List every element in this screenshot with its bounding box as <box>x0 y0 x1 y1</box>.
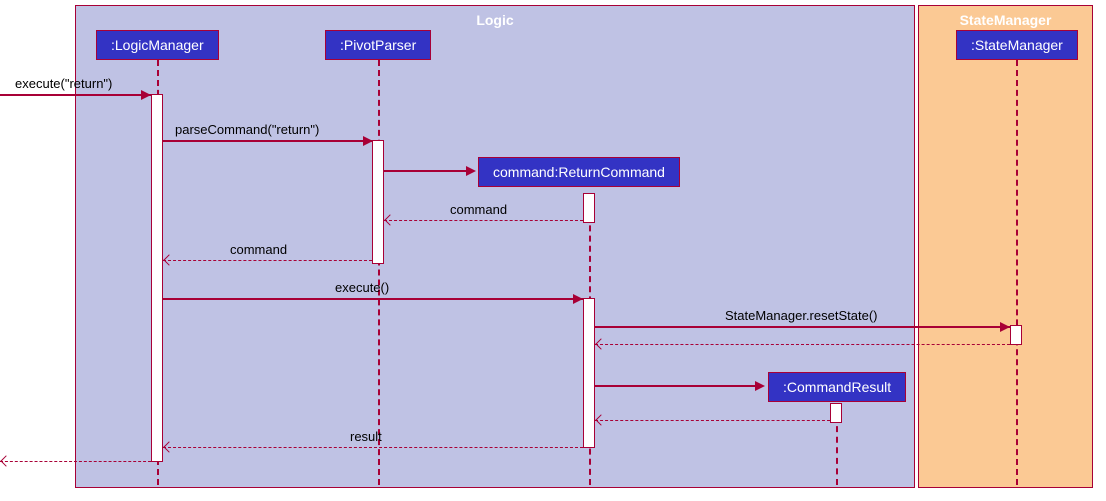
box-statemanager: StateManager <box>918 5 1093 488</box>
label-return-command-1: command <box>450 202 507 217</box>
arrowhead-resetstate <box>1000 322 1010 332</box>
arrowhead-execute-cmd <box>573 294 583 304</box>
box-state-title: StateManager <box>919 12 1092 28</box>
participant-returncommand: command:ReturnCommand <box>478 157 680 187</box>
arrowhead-create-returncommand <box>466 166 476 176</box>
arrow-create-returncommand <box>384 170 474 172</box>
label-return-command-2: command <box>230 242 287 257</box>
label-resetstate: StateManager.resetState() <box>725 308 877 323</box>
label-return-result: result <box>350 429 382 444</box>
activation-pivotparser <box>372 140 384 264</box>
arrow-return-commandresult <box>595 420 830 421</box>
arrow-return-out <box>0 461 151 462</box>
box-logic-title: Logic <box>76 12 914 28</box>
label-execute-cmd: execute() <box>335 280 389 295</box>
arrow-execute-in <box>0 94 151 96</box>
lifeline-statemanager <box>1016 60 1018 485</box>
arrow-return-result <box>163 447 583 448</box>
arrow-return-command-2 <box>163 260 372 261</box>
activation-returncommand-2 <box>583 298 595 448</box>
activation-logicmanager <box>151 94 163 462</box>
label-parsecommand: parseCommand("return") <box>175 122 319 137</box>
arrow-return-resetstate <box>595 344 1010 345</box>
arrow-resetstate <box>595 326 1010 328</box>
arrow-return-command-1 <box>384 220 583 221</box>
arrowhead-execute-in <box>141 90 151 100</box>
label-execute-in: execute("return") <box>15 76 112 91</box>
box-logic: Logic <box>75 5 915 488</box>
activation-commandresult <box>830 403 842 423</box>
arrow-create-commandresult <box>595 385 763 387</box>
arrowhead-parsecommand <box>363 136 373 146</box>
participant-commandresult: :CommandResult <box>768 372 906 402</box>
activation-returncommand-1 <box>583 193 595 223</box>
activation-statemanager <box>1010 325 1022 345</box>
participant-logicmanager: :LogicManager <box>96 30 219 60</box>
arrow-parsecommand <box>163 140 373 142</box>
lifeline-pivotparser <box>378 60 380 485</box>
participant-pivotparser: :PivotParser <box>325 30 431 60</box>
participant-statemanager: :StateManager <box>956 30 1078 60</box>
arrowhead-return-out <box>0 455 11 466</box>
arrow-execute-cmd <box>163 298 583 300</box>
arrowhead-create-commandresult <box>755 381 765 391</box>
